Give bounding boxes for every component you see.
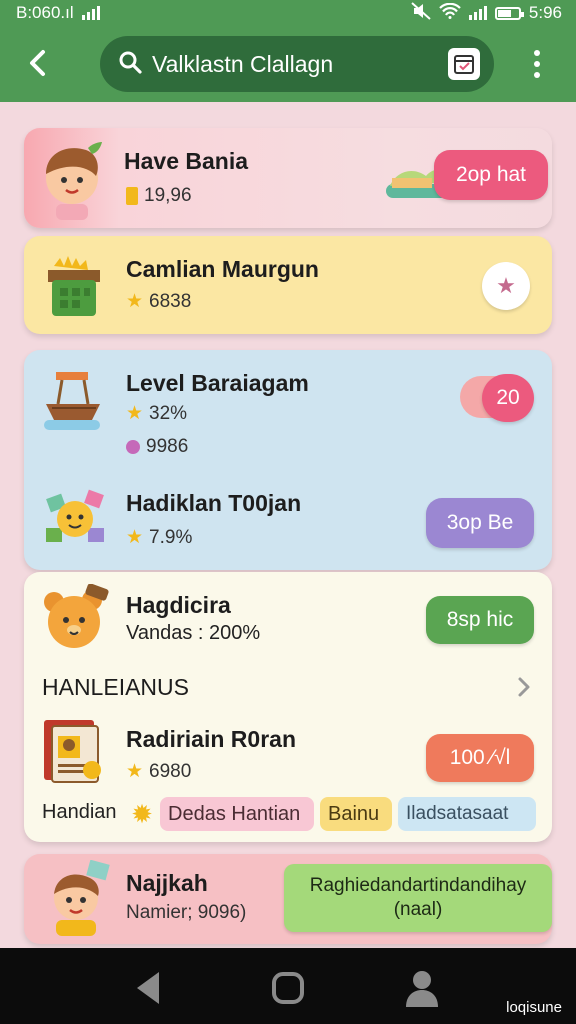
card-meta: Vandas : 200%: [126, 622, 261, 644]
app-bar: Valklastn Clallagn: [0, 26, 576, 102]
dot-icon: [126, 440, 140, 454]
card-action-button[interactable]: 3op Be: [426, 498, 534, 548]
section-heading: HANLEIANUS: [42, 674, 189, 700]
tag-row-label: Handian: [42, 801, 117, 823]
bear-face-icon: [44, 584, 109, 648]
card-title: Level Baraiagam: [126, 370, 309, 396]
section-expand-button[interactable]: [512, 674, 536, 700]
watermark-text: loqisune: [506, 999, 562, 1016]
card-meta: 19,96: [126, 185, 192, 207]
mute-icon: [411, 1, 431, 25]
card-title: Radiriain R0ran: [126, 726, 296, 752]
newspaper-icon: [44, 720, 101, 783]
card-meta: ★ 6838: [126, 290, 192, 313]
card-meta: Namier; 9096): [126, 902, 247, 923]
list-card[interactable]: Najjkah Namier; 9096) Raghiedandartindan…: [24, 854, 552, 944]
star-icon: ★: [126, 527, 144, 548]
status-time: 5:96: [528, 3, 562, 22]
card-meta-secondary: 9986: [126, 436, 188, 458]
search-bar[interactable]: Valklastn Clallagn: [100, 36, 494, 92]
status-time-left: B:060.ıl: [16, 3, 74, 22]
star-icon: ★: [126, 403, 144, 424]
sun-face-icon: [46, 489, 104, 542]
card-meta: ★ 6980: [126, 760, 192, 783]
tag-chip[interactable]: Bainu: [320, 797, 392, 831]
list-card[interactable]: Have Bania 19,96 2op hat: [24, 128, 552, 228]
card-title: Have Bania: [124, 148, 249, 174]
star-icon: ★: [496, 273, 516, 298]
home-square-icon: [272, 972, 304, 1004]
coin-icon: [126, 187, 138, 205]
card-title: Camlian Maurgun: [126, 256, 319, 282]
card-action-button[interactable]: 100 ∕√l: [426, 734, 534, 782]
person-icon: [406, 971, 438, 1007]
tag-chip[interactable]: Iladsatasaat: [398, 797, 536, 831]
list-card[interactable]: Camlian Maurgun ★ 6838 ★: [24, 236, 552, 334]
chevron-right-icon: [518, 677, 530, 697]
card-action-sublabel: (naal): [393, 899, 443, 920]
star-icon: ★: [126, 761, 144, 782]
triangle-back-icon: [137, 972, 159, 1004]
sun-badge-icon: ✹: [131, 799, 153, 829]
garden-box-icon: [48, 256, 100, 316]
back-button[interactable]: [20, 46, 54, 80]
more-options-button[interactable]: [524, 44, 550, 84]
star-icon: ★: [126, 291, 144, 312]
signal-icon: [81, 6, 100, 20]
nav-profile-button[interactable]: [400, 966, 444, 1010]
search-icon: [118, 50, 142, 79]
counter-button[interactable]: 20: [482, 374, 534, 422]
card-meta: ★ 32%: [126, 402, 188, 425]
card-action-button[interactable]: 2op hat: [434, 150, 548, 200]
character-avatar-icon: [46, 142, 102, 220]
card-meta: ★ 7.9%: [126, 526, 193, 549]
card-title: Hadiklan T00jan: [126, 490, 302, 516]
wifi-icon: [439, 2, 461, 24]
card-action-button[interactable]: Raghiedandartindandihay (naal): [284, 864, 552, 932]
card-title: Najjkah: [126, 870, 208, 896]
card-action-button[interactable]: 8sp hic: [426, 596, 534, 644]
chevron-left-icon: [30, 50, 45, 76]
system-nav-bar: loqisune: [0, 948, 576, 1024]
status-bar: B:060.ıl 5:96: [0, 0, 576, 26]
kid-character-icon: [54, 860, 110, 936]
calendar-icon[interactable]: [448, 48, 480, 80]
search-query[interactable]: Valklastn Clallagn: [152, 51, 448, 78]
favorite-button[interactable]: ★: [482, 262, 530, 310]
battery-icon: [494, 6, 524, 20]
card-title: Hagdicira: [126, 592, 231, 618]
tag-chip[interactable]: Dedas Hantian: [160, 797, 314, 831]
nav-home-button[interactable]: [266, 966, 310, 1010]
list-card[interactable]: Level Baraiagam ★ 32% 9986 20 Hadiklan T…: [24, 350, 552, 570]
card-action-label: Raghiedandartindandihay: [309, 875, 527, 896]
nav-back-button[interactable]: [126, 966, 170, 1010]
boat-icon: [44, 372, 100, 430]
cellular-icon: [468, 6, 487, 20]
